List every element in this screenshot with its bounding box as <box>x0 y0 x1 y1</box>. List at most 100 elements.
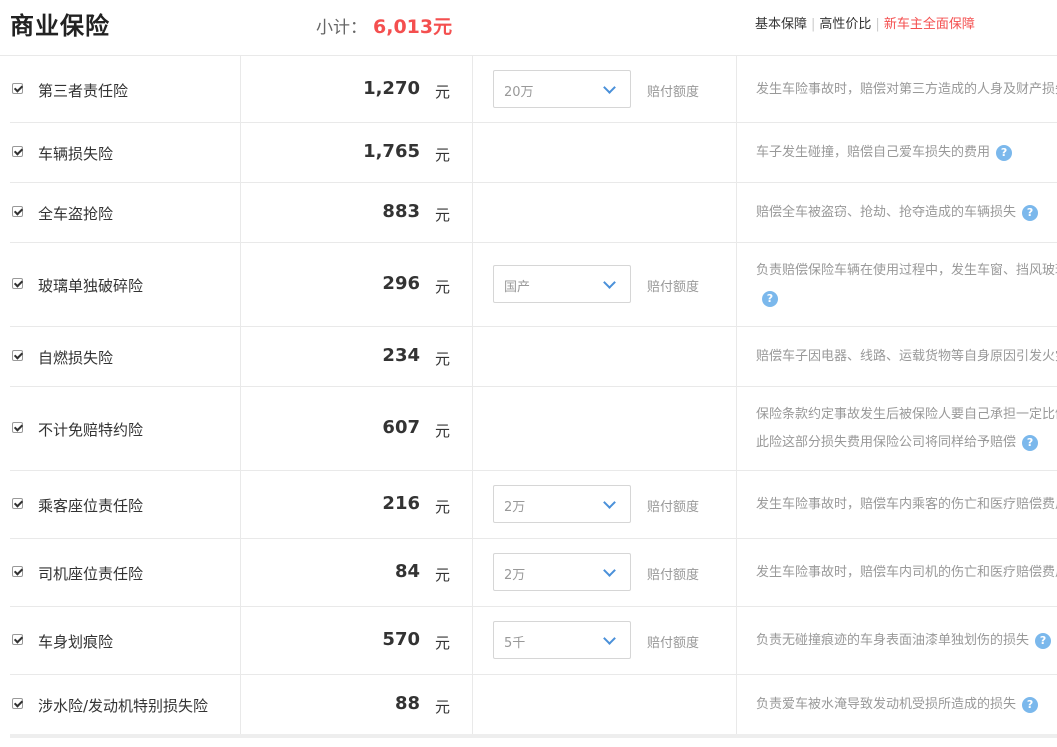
coverage-select-value: 5千 <box>504 636 526 651</box>
column-divider <box>472 607 473 674</box>
chevron-down-icon <box>603 276 616 289</box>
description-text: 发生车险事故时，赔偿对第三方造成的人身及财产损失 <box>756 82 1057 97</box>
coverage-label: 赔付额度 <box>647 500 700 515</box>
column-divider <box>736 183 737 242</box>
insurance-name: 第三者责任险 <box>38 82 129 100</box>
column-divider <box>736 607 737 674</box>
row-checkbox[interactable] <box>12 206 23 217</box>
column-divider <box>240 471 241 538</box>
description-text: 负责爱车被水淹导致发动机受损所造成的损失 <box>756 697 1017 712</box>
table-row: 第三者责任险 1,270 元 20万 赔付额度 发生车险事故时，赔偿对第三方造成的人身及财… <box>10 56 1057 123</box>
insurance-price: 234 <box>382 345 420 366</box>
plan-value-link[interactable]: 高性价比 <box>819 17 871 32</box>
row-checkbox[interactable] <box>12 498 23 509</box>
insurance-name: 玻璃单独破碎险 <box>38 277 144 295</box>
question-icon[interactable]: ? <box>1022 204 1039 221</box>
row-checkbox[interactable] <box>12 634 23 645</box>
description-text: 车子发生碰撞，赔偿自己爱车损失的费用 <box>756 145 991 160</box>
chevron-down-icon <box>603 496 616 509</box>
plan-basic-link[interactable]: 基本保障 <box>755 17 807 32</box>
row-checkbox[interactable] <box>12 566 23 577</box>
insurance-name: 自燃损失险 <box>38 349 114 367</box>
coverage-label: 赔付额度 <box>647 568 700 583</box>
plan-full-link[interactable]: 新车主全面保障 <box>884 17 975 32</box>
column-divider <box>736 471 737 538</box>
column-divider <box>240 243 241 326</box>
question-icon[interactable]: ? <box>762 290 778 307</box>
insurance-name: 车辆损失险 <box>38 145 114 163</box>
table-row: 自燃损失险 234 元 赔偿车子因电器、线路、运载货物等自身原因引发火灾的损失? <box>10 327 1057 387</box>
insurance-price: 88 <box>394 693 420 714</box>
insurance-name: 司机座位责任险 <box>38 565 144 583</box>
divider: | <box>875 17 880 32</box>
coverage-select-value: 2万 <box>504 500 526 515</box>
price-unit: 元 <box>435 634 451 652</box>
question-icon[interactable]: ? <box>1022 696 1039 713</box>
insurance-price: 296 <box>382 273 420 294</box>
question-icon[interactable]: ? <box>1022 434 1039 451</box>
row-checkbox[interactable] <box>12 698 23 709</box>
table-row: 车身划痕险 570 元 5千 赔付额度 负责无碰撞痕迹的车身表面油漆单独划伤的损失? <box>10 607 1057 675</box>
row-checkbox[interactable] <box>12 350 23 361</box>
subtotal-label: 小计： <box>316 18 367 38</box>
question-icon[interactable]: ? <box>996 144 1013 161</box>
header: 商业保险 小计： 6,013元 基本保障 | 高性价比 | 新车主全面保障 <box>0 0 1057 56</box>
column-divider <box>472 327 473 386</box>
row-checkbox[interactable] <box>12 83 23 94</box>
description-line: 负责无碰撞痕迹的车身表面油漆单独划伤的损失? <box>756 627 1057 655</box>
row-checkbox[interactable] <box>12 422 23 433</box>
description-text: 保险条款约定事故发生后被保险人要自己承担一定比例的损失， <box>756 407 1057 422</box>
column-divider <box>240 675 241 734</box>
insurance-description: 发生车险事故时，赔偿车内司机的伤亡和医疗赔偿费用? <box>756 559 1057 587</box>
price-unit: 元 <box>435 422 451 440</box>
column-divider <box>736 327 737 386</box>
coverage-select[interactable]: 20万 <box>493 70 631 108</box>
divider: | <box>811 17 816 32</box>
insurance-description: 发生车险事故时，赔偿对第三方造成的人身及财产损失? <box>756 76 1057 104</box>
description-line: ? <box>756 285 1057 313</box>
description-line: 此险这部分损失费用保险公司将同样给予赔偿? <box>756 429 1057 457</box>
insurance-name: 乘客座位责任险 <box>38 497 144 515</box>
price-unit: 元 <box>435 206 451 224</box>
insurance-description: 赔偿全车被盗窃、抢劫、抢夺造成的车辆损失? <box>756 199 1057 227</box>
row-checkbox[interactable] <box>12 278 23 289</box>
row-checkbox[interactable] <box>12 146 23 157</box>
coverage-select-value: 2万 <box>504 568 526 583</box>
column-divider <box>472 183 473 242</box>
coverage-select[interactable]: 2万 <box>493 553 631 591</box>
description-line: 发生车险事故时，赔偿车内司机的伤亡和医疗赔偿费用? <box>756 559 1057 587</box>
coverage-select[interactable]: 2万 <box>493 485 631 523</box>
description-text: 发生车险事故时，赔偿车内乘客的伤亡和医疗赔偿费用 <box>756 497 1057 512</box>
column-divider <box>472 123 473 182</box>
insurance-price: 1,765 <box>363 141 420 162</box>
column-divider <box>240 123 241 182</box>
coverage-select[interactable]: 5千 <box>493 621 631 659</box>
description-line: 保险条款约定事故发生后被保险人要自己承担一定比例的损失， <box>756 401 1057 429</box>
column-divider <box>736 387 737 470</box>
table-row: 司机座位责任险 84 元 2万 赔付额度 发生车险事故时，赔偿车内司机的伤亡和医疗赔偿费用… <box>10 539 1057 607</box>
plan-links: 基本保障 | 高性价比 | 新车主全面保障 <box>755 13 975 32</box>
insurance-table: 第三者责任险 1,270 元 20万 赔付额度 发生车险事故时，赔偿对第三方造成的人身及财… <box>10 56 1057 735</box>
question-icon[interactable]: ? <box>1035 632 1052 649</box>
description-line: 赔偿全车被盗窃、抢劫、抢夺造成的车辆损失? <box>756 199 1057 227</box>
price-unit: 元 <box>435 83 451 101</box>
bottom-divider <box>10 734 1057 738</box>
column-divider <box>240 387 241 470</box>
description-line: 负责爱车被水淹导致发动机受损所造成的损失? <box>756 691 1057 719</box>
coverage-select[interactable]: 国产 <box>493 265 631 303</box>
description-line: 发生车险事故时，赔偿对第三方造成的人身及财产损失? <box>756 76 1057 104</box>
column-divider <box>736 243 737 326</box>
subtotal-amount: 6,013元 <box>373 16 453 38</box>
column-divider <box>736 539 737 606</box>
insurance-name: 不计免赔特约险 <box>38 421 144 439</box>
insurance-description: 发生车险事故时，赔偿车内乘客的伤亡和医疗赔偿费用? <box>756 491 1057 519</box>
column-divider <box>472 56 473 122</box>
coverage-label: 赔付额度 <box>647 636 700 651</box>
chevron-down-icon <box>603 81 616 94</box>
description-text: 赔偿全车被盗窃、抢劫、抢夺造成的车辆损失 <box>756 205 1017 220</box>
coverage-select-value: 20万 <box>504 85 534 100</box>
column-divider <box>736 675 737 734</box>
coverage-label: 赔付额度 <box>647 280 700 295</box>
price-unit: 元 <box>435 698 451 716</box>
insurance-price: 607 <box>382 417 420 438</box>
